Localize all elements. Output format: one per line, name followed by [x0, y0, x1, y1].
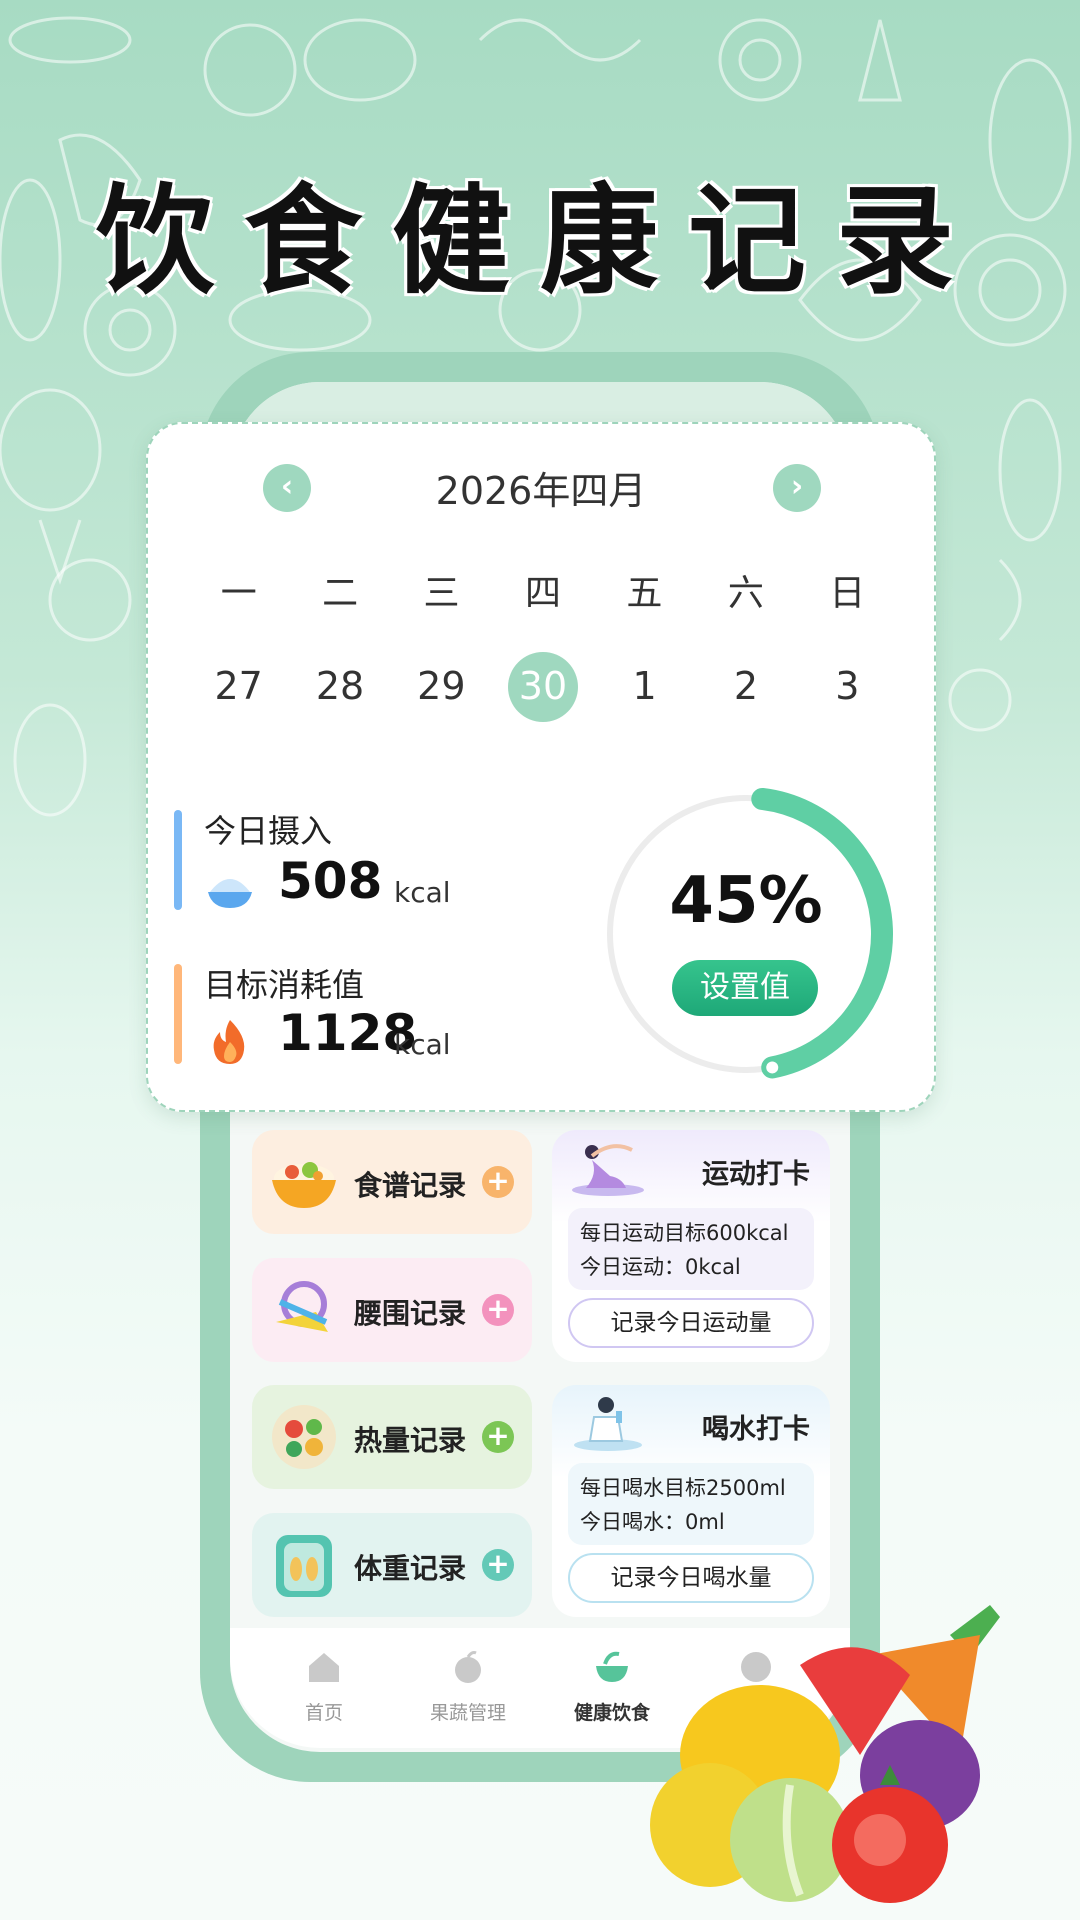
plus-icon[interactable]: +: [482, 1549, 514, 1581]
water-today: 今日喝水：0ml: [580, 1510, 725, 1534]
intake-unit: kcal: [394, 876, 451, 909]
target-accent-bar: [174, 964, 182, 1064]
weekday-label: 四: [524, 573, 561, 614]
tab-home[interactable]: 首页: [264, 1648, 384, 1725]
salad-plate-icon: [272, 1405, 336, 1469]
exercise-checkin-card: 运动打卡 每日运动目标600kcal 今日运动：0kcal 记录今日运动量: [552, 1130, 830, 1362]
target-unit: kcal: [394, 1028, 451, 1061]
tile-label: 食谱记录: [354, 1169, 467, 1202]
waist-record-tile[interactable]: 腰围记录 +: [252, 1258, 532, 1362]
weekday-label: 六: [727, 573, 764, 614]
flame-icon: [213, 1020, 245, 1064]
date-cell[interactable]: 28: [289, 652, 390, 722]
yoga-figure-icon: [572, 1144, 644, 1196]
tab-label: 果蔬管理: [429, 1702, 506, 1724]
plus-icon[interactable]: +: [482, 1166, 514, 1198]
apple-icon: [455, 1651, 481, 1683]
date-cell[interactable]: 27: [188, 652, 289, 722]
calorie-record-tile[interactable]: 热量记录 +: [252, 1385, 532, 1489]
weekday-label: 三: [423, 573, 460, 614]
recipe-record-tile[interactable]: 食谱记录 +: [252, 1130, 532, 1234]
date-cell[interactable]: 3: [797, 652, 898, 722]
rice-bowl-icon: [208, 879, 252, 908]
weekday-row: 一 二 三 四 五 六 日: [188, 564, 898, 616]
record-exercise-button[interactable]: 记录今日运动量: [568, 1298, 814, 1348]
tile-label: 热量记录: [354, 1424, 467, 1457]
exercise-today: 今日运动：0kcal: [580, 1255, 741, 1279]
date-cell[interactable]: 2: [695, 652, 796, 722]
tile-label: 腰围记录: [354, 1297, 467, 1330]
water-checkin-card: 喝水打卡 每日喝水目标2500ml 今日喝水：0ml 记录今日喝水量: [552, 1385, 830, 1617]
chevron-right-icon[interactable]: ›: [773, 464, 821, 512]
date-cell-today[interactable]: 30: [507, 652, 578, 722]
water-info: 每日喝水目标2500ml 今日喝水：0ml: [568, 1463, 814, 1545]
weekday-label: 二: [322, 573, 359, 614]
bowl-icon: [596, 1651, 628, 1682]
drinking-figure-icon: [574, 1397, 642, 1451]
measuring-tape-icon: [276, 1281, 328, 1332]
plus-icon[interactable]: +: [482, 1294, 514, 1326]
scale-icon: [276, 1535, 332, 1597]
weekday-label: 日: [829, 573, 866, 614]
date-cell[interactable]: 1: [594, 652, 695, 722]
intake-accent-bar: [174, 810, 182, 910]
tile-label: 体重记录: [354, 1552, 467, 1585]
date-cell[interactable]: 29: [391, 652, 492, 722]
plus-icon[interactable]: +: [482, 1421, 514, 1453]
tab-produce[interactable]: 果蔬管理: [408, 1648, 528, 1725]
exercise-title: 运动打卡: [702, 1159, 810, 1190]
intake-label: 今日摄入: [204, 812, 333, 850]
month-nav: ‹ 2026年四月 ›: [148, 454, 934, 514]
target-label: 目标消耗值: [204, 966, 365, 1004]
page-headline: 饮食健康记录: [95, 172, 984, 310]
exercise-goal: 每日运动目标600kcal: [580, 1221, 789, 1245]
set-value-button[interactable]: 设置值: [672, 960, 818, 1016]
tab-label: 首页: [304, 1702, 343, 1724]
intake-value: 508: [278, 852, 383, 910]
date-row: 27 28 29 30 1 2 3: [188, 652, 898, 722]
water-title: 喝水打卡: [702, 1414, 810, 1445]
water-goal: 每日喝水目标2500ml: [580, 1476, 786, 1500]
exercise-info: 每日运动目标600kcal 今日运动：0kcal: [568, 1208, 814, 1290]
weight-record-tile[interactable]: 体重记录 +: [252, 1513, 532, 1617]
calendar-card: ‹ 2026年四月 › 一 二 三 四 五 六 日 27 28 29 30 1 …: [146, 422, 936, 1112]
food-bowl-icon: [272, 1162, 336, 1208]
progress-percent: 45%: [669, 864, 823, 938]
weekday-label: 五: [626, 573, 663, 614]
weekday-label: 一: [220, 573, 257, 614]
home-icon: [309, 1653, 339, 1682]
vegetable-illustration: [650, 1605, 1000, 1903]
